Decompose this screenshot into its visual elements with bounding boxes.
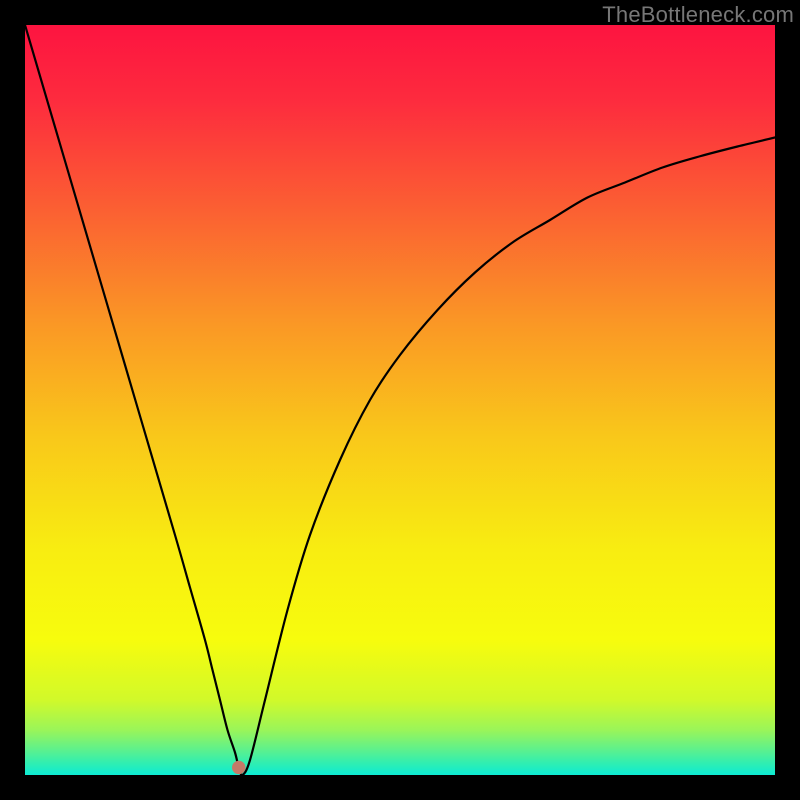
- chart-svg: [25, 25, 775, 775]
- plot-area: [25, 25, 775, 775]
- gradient-background: [25, 25, 775, 775]
- chart-frame: TheBottleneck.com: [0, 0, 800, 800]
- optimal-point-marker: [232, 761, 246, 775]
- watermark-text: TheBottleneck.com: [602, 2, 794, 28]
